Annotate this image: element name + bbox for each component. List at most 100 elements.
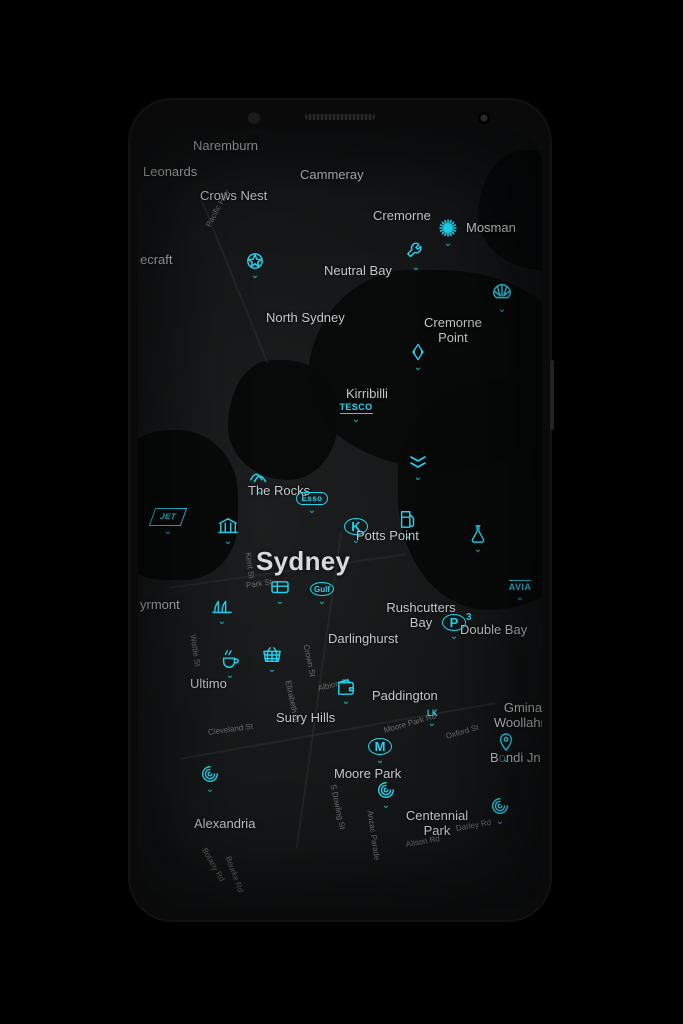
chevron-down-icon: ⌄ bbox=[164, 528, 172, 536]
chevron-icon bbox=[405, 452, 431, 472]
poi-chevron[interactable]: ⌄ bbox=[406, 452, 430, 476]
tesco-label: TESCO bbox=[340, 402, 373, 414]
poi-swirl2[interactable]: ⌄ bbox=[374, 780, 398, 804]
chevron-down-icon: ⌄ bbox=[474, 546, 482, 554]
map-water bbox=[228, 360, 338, 480]
poi-carrefour[interactable]: ⌄ bbox=[406, 342, 430, 366]
chevron-down-icon: ⌄ bbox=[516, 594, 524, 602]
gulf-icon: Gulf bbox=[310, 582, 334, 596]
suburb-label-paddington: Paddington bbox=[372, 688, 438, 703]
chevron-down-icon: ⌄ bbox=[444, 240, 452, 248]
poi-wallet[interactable]: ⌄ bbox=[334, 678, 358, 702]
poi-badge: 3 bbox=[466, 612, 472, 623]
esso-label: Esso bbox=[296, 492, 329, 505]
chevron-down-icon: ⌄ bbox=[342, 698, 350, 706]
map-canvas[interactable]: Naremburn LeonardsCrows Nest Cammeray Cremo… bbox=[138, 130, 542, 908]
suburb-label-naremburn: Naremburn bbox=[193, 138, 258, 153]
basket-icon bbox=[259, 646, 285, 664]
chevron-down-icon: ⌄ bbox=[428, 720, 436, 728]
swirl2-icon bbox=[373, 780, 399, 800]
suburb-label-kirribilli: Kirribilli bbox=[346, 386, 388, 401]
map-water bbox=[138, 430, 238, 580]
bank-icon bbox=[215, 516, 241, 536]
suburb-label-northsydney: North Sydney bbox=[266, 310, 345, 325]
m-icon: M bbox=[368, 738, 392, 755]
suburb-label-doublebay: Double Bay bbox=[460, 622, 527, 637]
phone-frame: Naremburn LeonardsCrows Nest Cammeray Cremo… bbox=[130, 100, 550, 920]
suburb-label-surryhills: Surry Hills bbox=[276, 710, 335, 725]
chevron-down-icon: ⌄ bbox=[268, 666, 276, 674]
wave-icon bbox=[247, 468, 273, 486]
chevron-down-icon: ⌄ bbox=[352, 537, 360, 545]
chevron-down-icon: ⌄ bbox=[382, 802, 390, 810]
suburb-label-darlinghurst: Darlinghurst bbox=[328, 631, 398, 646]
suburb-label-mosman: Mosman bbox=[466, 220, 516, 235]
phone-side-button bbox=[550, 360, 554, 430]
city-label: Sydney bbox=[256, 546, 350, 577]
carrefour-icon bbox=[405, 342, 431, 362]
poi-pump[interactable]: ⌄ bbox=[396, 508, 420, 532]
star-icon bbox=[242, 252, 268, 270]
jet-label: JET bbox=[152, 508, 184, 526]
poi-basket[interactable]: ⌄ bbox=[260, 646, 284, 670]
poi-k[interactable]: K⌄ bbox=[344, 518, 368, 542]
poi-burst[interactable]: ⌄ bbox=[436, 218, 460, 242]
poi-shell[interactable]: ⌄ bbox=[490, 282, 514, 306]
chevron-down-icon: ⌄ bbox=[206, 786, 214, 794]
poi-pin[interactable]: ⌄ bbox=[494, 732, 518, 756]
k-icon: K bbox=[344, 518, 368, 535]
poi-swirl1[interactable]: ⌄ bbox=[198, 764, 222, 788]
chevron-down-icon: ⌄ bbox=[256, 488, 264, 496]
poi-jet[interactable]: JET⌄ bbox=[156, 508, 180, 532]
swirl1-icon bbox=[197, 764, 223, 784]
suburb-label-cammeray: Cammeray bbox=[300, 167, 364, 182]
suburb-label-crowsnest: Crows Nest bbox=[200, 188, 267, 203]
suburb-label-cremornept: CremornePoint bbox=[424, 315, 482, 345]
parking-icon: P bbox=[442, 614, 466, 631]
poi-wave[interactable]: ⌄ bbox=[248, 468, 272, 492]
suburb-label-leonards: Leonards bbox=[143, 164, 197, 179]
poi-brand1[interactable]: ⌄ bbox=[268, 580, 292, 604]
swirl3-icon bbox=[487, 796, 513, 816]
poi-flask[interactable]: ⌄ bbox=[466, 524, 490, 548]
chevron-down-icon: ⌄ bbox=[412, 264, 420, 272]
wallet-icon bbox=[333, 678, 359, 696]
poi-tesco[interactable]: TESCO⌄ bbox=[344, 402, 368, 426]
poi-fins[interactable]: ⌄ bbox=[210, 596, 234, 620]
poi-bank[interactable]: ⌄ bbox=[216, 516, 240, 540]
chevron-down-icon: ⌄ bbox=[352, 416, 360, 424]
chevron-down-icon: ⌄ bbox=[224, 538, 232, 546]
fins-icon bbox=[209, 596, 235, 616]
suburb-label-ultimo: Ultimo bbox=[190, 676, 227, 691]
chevron-down-icon: ⌄ bbox=[276, 598, 284, 606]
chevron-down-icon: ⌄ bbox=[226, 672, 234, 680]
wrench-icon bbox=[403, 240, 429, 262]
poi-star[interactable]: ⌄ bbox=[243, 252, 267, 276]
poi-gulf[interactable]: Gulf⌄ bbox=[310, 582, 334, 606]
pin-icon bbox=[493, 732, 519, 754]
poi-esso[interactable]: Esso⌄ bbox=[300, 492, 324, 516]
chevron-down-icon: ⌄ bbox=[414, 474, 422, 482]
poi-cup[interactable]: ⌄ bbox=[218, 650, 242, 674]
chevron-down-icon: ⌄ bbox=[251, 272, 259, 280]
flask-icon bbox=[465, 524, 491, 544]
chevron-down-icon: ⌄ bbox=[308, 507, 316, 515]
lukoil-label: LK bbox=[427, 708, 438, 718]
poi-wrench[interactable]: ⌄ bbox=[404, 240, 428, 264]
suburb-label-alexandria: Alexandria bbox=[194, 816, 255, 831]
shell-icon bbox=[489, 282, 515, 304]
chevron-down-icon: ⌄ bbox=[450, 633, 458, 641]
burst-icon bbox=[435, 218, 461, 238]
chevron-down-icon: ⌄ bbox=[404, 532, 412, 540]
poi-swirl3[interactable]: ⌄ bbox=[488, 796, 512, 820]
app-screen: Naremburn LeonardsCrows Nest Cammeray Cremo… bbox=[138, 130, 542, 908]
chevron-down-icon: ⌄ bbox=[376, 757, 384, 765]
poi-parking[interactable]: P⌄ bbox=[442, 614, 466, 638]
chevron-down-icon: ⌄ bbox=[218, 618, 226, 626]
suburb-label-moorepark: Moore Park bbox=[334, 766, 401, 781]
suburb-label-neutralbay: Neutral Bay bbox=[324, 263, 392, 278]
brand1-icon bbox=[267, 580, 293, 596]
poi-avia[interactable]: AVIA⌄ bbox=[508, 580, 532, 604]
poi-lukoil[interactable]: LK ⌄ bbox=[420, 708, 444, 732]
poi-m[interactable]: M⌄ bbox=[368, 738, 392, 762]
